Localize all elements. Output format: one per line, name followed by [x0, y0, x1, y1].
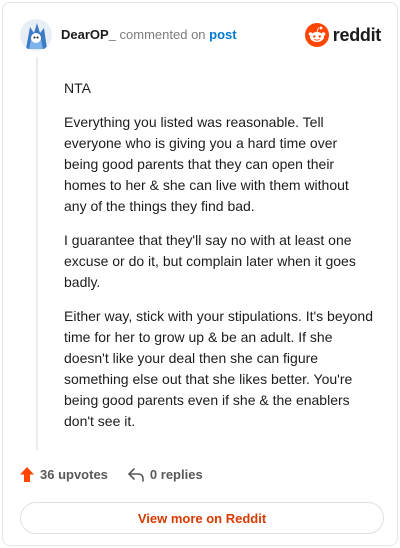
reply-arrow-icon: [128, 467, 144, 482]
replies-count: 0 replies: [149, 467, 203, 482]
comment-paragraph: Either way, stick with your stipulations…: [64, 308, 373, 429]
action-text: commented on: [119, 27, 206, 42]
upvotes-count: 36 upvotes: [40, 467, 108, 482]
view-more-button[interactable]: View more on Reddit: [20, 502, 384, 534]
upvote-arrow-icon: [20, 467, 34, 482]
comment-header: DearOP_ commented on post reddit: [20, 17, 383, 53]
comment-footer: 36 upvotes 0 replies: [20, 467, 203, 482]
comment-paragraph: NTA: [64, 80, 91, 96]
comment-paragraph: I guarantee that they'll say no with at …: [64, 232, 356, 290]
snoo-icon: [304, 23, 329, 47]
post-link[interactable]: post: [209, 27, 236, 42]
user-avatar[interactable]: [20, 19, 52, 51]
comment-paragraph: Everything you listed was reasonable. Te…: [64, 114, 349, 214]
embedded-comment-card: DearOP_ commented on post reddit NTA Eve…: [2, 2, 398, 546]
replies-button[interactable]: 0 replies: [128, 467, 203, 482]
comment-body: NTA Everything you listed was reasonable…: [64, 78, 374, 445]
username-link[interactable]: DearOP_: [61, 27, 116, 42]
brand-wordmark: reddit: [332, 24, 382, 45]
thread-line: [36, 57, 38, 450]
comment-byline: DearOP_ commented on post: [61, 27, 237, 43]
upvote-button[interactable]: 36 upvotes: [20, 467, 108, 482]
reddit-logo[interactable]: reddit: [304, 23, 382, 47]
